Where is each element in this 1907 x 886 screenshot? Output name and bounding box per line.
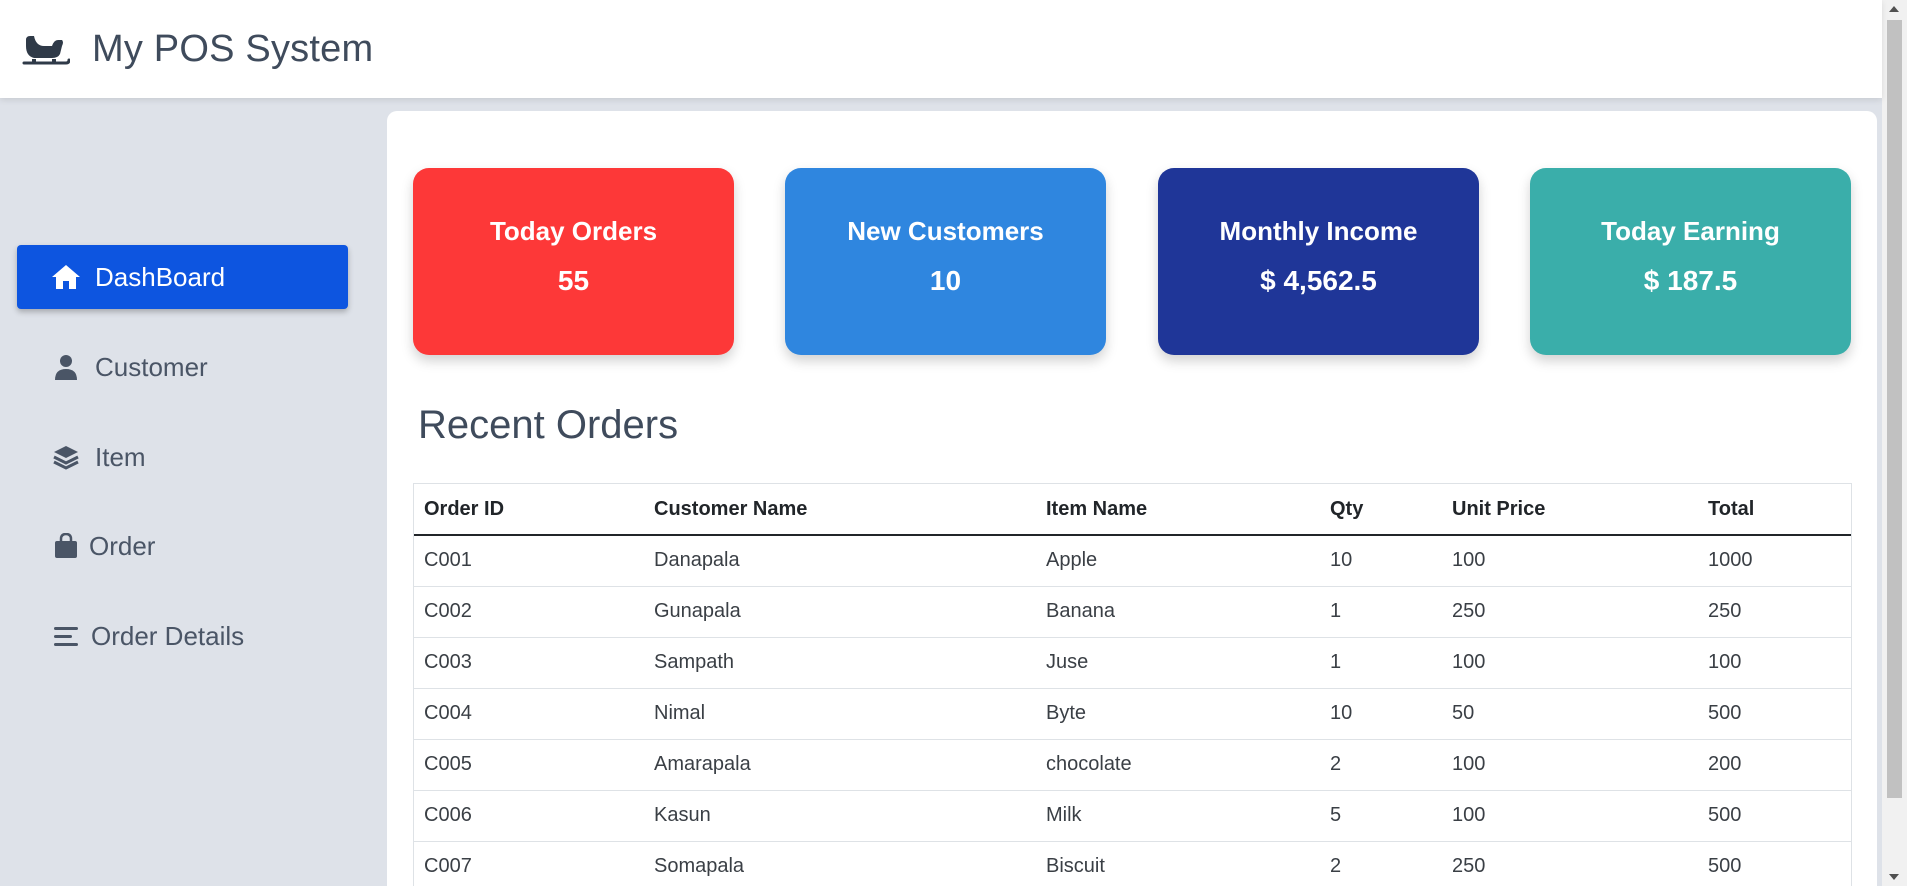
card-title: Today Earning — [1601, 216, 1780, 246]
column-header: Total — [1698, 484, 1851, 536]
table-cell: 10 — [1320, 688, 1442, 740]
shopping-bag-icon — [51, 531, 81, 561]
stat-card-monthly-income: Monthly Income $ 4,562.5 — [1158, 168, 1479, 355]
sidebar-item-dashboard[interactable]: DashBoard — [17, 245, 348, 309]
sidebar-item-label: Order Details — [91, 620, 245, 651]
table-cell: chocolate — [1036, 739, 1320, 791]
table-cell: 250 — [1442, 586, 1698, 638]
app-title: My POS System — [92, 27, 374, 70]
card-value: 10 — [929, 265, 962, 296]
table-cell: Byte — [1036, 688, 1320, 740]
sidebar-item-customer[interactable]: Customer — [17, 335, 348, 399]
table-cell: 100 — [1442, 535, 1698, 587]
table-cell: Danapala — [644, 535, 1036, 587]
table-row[interactable]: C003 Sampath Juse 1 100 100 — [414, 637, 1851, 689]
table-cell: Banana — [1036, 586, 1320, 638]
table-cell: 500 — [1698, 688, 1851, 740]
table-cell: 1 — [1320, 586, 1442, 638]
sidebar-item-order-details[interactable]: Order Details — [17, 604, 348, 668]
sleigh-icon — [22, 29, 70, 69]
top-bar: My POS System — [0, 0, 1882, 98]
table-row[interactable]: C007 Somapala Biscuit 2 250 500 — [414, 841, 1851, 886]
section-title: Recent Orders — [418, 403, 679, 447]
table-cell: 10 — [1320, 535, 1442, 587]
table-cell: 500 — [1698, 841, 1851, 886]
table-cell: Somapala — [644, 841, 1036, 886]
table-cell: 2 — [1320, 841, 1442, 886]
table-cell: Biscuit — [1036, 841, 1320, 886]
stat-card-today-orders: Today Orders 55 — [413, 168, 734, 355]
table-cell: C002 — [414, 586, 644, 638]
table-cell: Milk — [1036, 790, 1320, 842]
sidebar-item-order[interactable]: Order — [17, 514, 348, 578]
scrollbar-thumb[interactable] — [1887, 20, 1902, 798]
table-cell: Juse — [1036, 637, 1320, 689]
card-value: $ 4,562.5 — [1260, 265, 1377, 296]
column-header: Unit Price — [1442, 484, 1698, 536]
table-cell: C006 — [414, 790, 644, 842]
table-row[interactable]: C004 Nimal Byte 10 50 500 — [414, 688, 1851, 740]
sidebar-item-label: Order — [89, 530, 156, 561]
stat-card-today-earning: Today Earning $ 187.5 — [1530, 168, 1851, 355]
table-cell: 2 — [1320, 739, 1442, 791]
table-cell: Sampath — [644, 637, 1036, 689]
sidebar-item-label: Customer — [95, 351, 208, 382]
table-cell: Nimal — [644, 688, 1036, 740]
table-cell: 5 — [1320, 790, 1442, 842]
table-row[interactable]: C005 Amarapala chocolate 2 100 200 — [414, 739, 1851, 791]
table-cell: C005 — [414, 739, 644, 791]
column-header: Item Name — [1036, 484, 1320, 536]
home-icon — [51, 262, 81, 292]
stat-card-new-customers: New Customers 10 — [785, 168, 1106, 355]
table-cell: 100 — [1442, 790, 1698, 842]
table-cell: 50 — [1442, 688, 1698, 740]
table-cell: 200 — [1698, 739, 1851, 791]
table-cell: 250 — [1698, 586, 1851, 638]
table-cell: 1 — [1320, 637, 1442, 689]
sidebar-item-label: Item — [95, 441, 146, 472]
table-cell: C004 — [414, 688, 644, 740]
sidebar: DashBoard Customer Item Order Order Deta… — [0, 98, 370, 886]
layers-icon — [51, 442, 81, 472]
table-header-row: Order ID Customer Name Item Name Qty Uni… — [414, 484, 1851, 536]
table-cell: 100 — [1442, 739, 1698, 791]
column-header: Qty — [1320, 484, 1442, 536]
table-cell: 100 — [1698, 637, 1851, 689]
table-cell: 1000 — [1698, 535, 1851, 587]
sidebar-item-label: DashBoard — [95, 261, 226, 292]
table-cell: 500 — [1698, 790, 1851, 842]
table-cell: C007 — [414, 841, 644, 886]
table-cell: Gunapala — [644, 586, 1036, 638]
column-header: Order ID — [414, 484, 644, 536]
sidebar-item-item[interactable]: Item — [17, 425, 348, 489]
table-cell: C001 — [414, 535, 644, 587]
table-cell: 250 — [1442, 841, 1698, 886]
table-row[interactable]: C001 Danapala Apple 10 100 1000 — [414, 535, 1851, 587]
table-cell: Kasun — [644, 790, 1036, 842]
card-value: 55 — [557, 265, 590, 296]
main-content: Today Orders 55 New Customers 10 Monthly… — [387, 111, 1877, 886]
scroll-up-arrow-icon[interactable] — [1889, 6, 1899, 12]
table-cell: 100 — [1442, 637, 1698, 689]
card-title: Monthly Income — [1219, 216, 1418, 246]
table-row[interactable]: C002 Gunapala Banana 1 250 250 — [414, 586, 1851, 638]
table-row[interactable]: C006 Kasun Milk 5 100 500 — [414, 790, 1851, 842]
table-cell: Amarapala — [644, 739, 1036, 791]
table-cell: C003 — [414, 637, 644, 689]
card-value: $ 187.5 — [1643, 265, 1738, 296]
table-cell: Apple — [1036, 535, 1320, 587]
list-icon — [51, 621, 81, 651]
column-header: Customer Name — [644, 484, 1036, 536]
scroll-down-arrow-icon[interactable] — [1889, 874, 1899, 880]
recent-orders-table: Order ID Customer Name Item Name Qty Uni… — [413, 483, 1852, 886]
page-scrollbar[interactable] — [1882, 0, 1907, 886]
user-icon — [51, 352, 81, 382]
card-title: New Customers — [847, 216, 1044, 246]
card-title: Today Orders — [489, 216, 658, 246]
